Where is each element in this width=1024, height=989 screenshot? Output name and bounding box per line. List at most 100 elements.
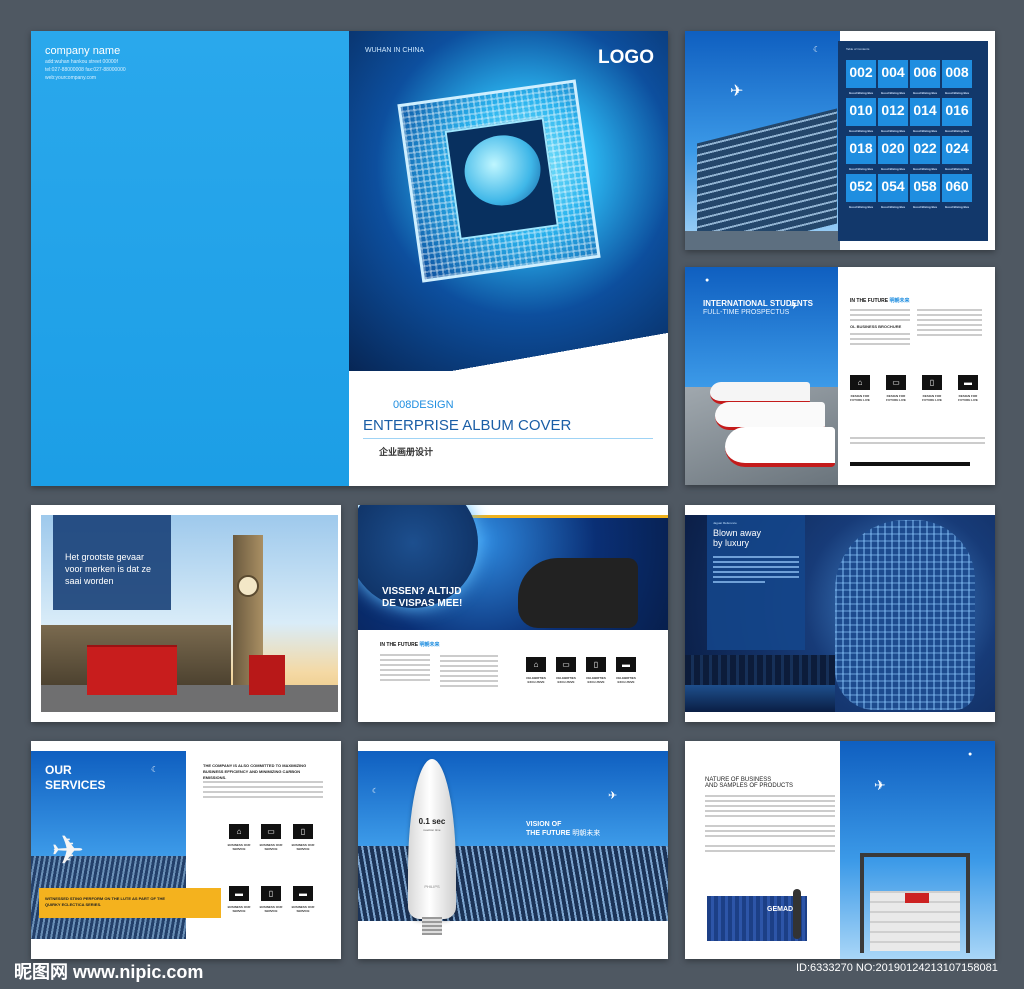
feature-icon: ▭: [556, 657, 576, 672]
toc-tile: 002 Good Bixing Bus: [846, 60, 876, 95]
train-top: [710, 382, 810, 404]
toc-tile-caption: Good Bixing Bus: [848, 91, 874, 95]
toc-tile: 052 Good Bixing Bus: [846, 174, 876, 209]
services-banner: WITNESSED STING PERFORM ON THE LUTE AS P…: [39, 888, 221, 918]
office-building: [697, 108, 837, 250]
jet-icon: ✈: [51, 829, 85, 873]
toc-tile: 020 Good Bixing Bus: [878, 136, 908, 171]
moon-icon: ●: [968, 751, 973, 758]
cover-title: ENTERPRISE ALBUM COVER: [363, 417, 572, 434]
toc-tile: 024 Good Bixing Bus: [942, 136, 972, 171]
speed-label: 0.1 sec: [418, 817, 446, 826]
feature-icon: ⌂: [850, 375, 870, 390]
toc-tile: 058 Good Bixing Bus: [910, 174, 940, 209]
toc-tile-number: 054: [881, 178, 905, 194]
toc-tile-caption: Good Bixing Bus: [880, 129, 906, 133]
toc-tile-number: 060: [945, 178, 969, 194]
company-address: add:wuhan hankou street 00000f: [45, 59, 118, 65]
container-spread: NATURE OF BUSINESS AND SAMPLES OF PRODUC…: [685, 741, 995, 959]
toc-tile: 004 Good Bixing Bus: [878, 60, 908, 95]
cover-city: WUHAN IN CHINA: [365, 47, 425, 54]
toc-tile: 012 Good Bixing Bus: [878, 98, 908, 133]
design-code: 008DESIGN: [393, 399, 454, 411]
toc-tile-number: 018: [849, 140, 873, 156]
feature-icon: ▭: [886, 375, 906, 390]
circuit-brain-image: [349, 31, 668, 391]
company-phone: tel:027-88000008 fax:027-88000000: [45, 67, 126, 73]
road: [41, 685, 338, 712]
toc-tile-number: 006: [913, 64, 937, 80]
speed-sublabel: reaction time: [423, 828, 441, 832]
crane-image: ● ✈: [840, 741, 995, 959]
toc-tile-caption: Good Bixing Bus: [912, 205, 938, 209]
moon-icon: ☾: [151, 765, 159, 774]
feature-icon: ▯: [586, 657, 606, 672]
feature-icon: ▬: [958, 375, 978, 390]
swimmer-icon-row: ⌂ CELEBRITIES EXCLUSIVE ▭ CELEBRITIES EXCLU…: [526, 657, 661, 707]
building-image: ✈ ☾: [685, 31, 840, 250]
services-intro: THE COMPANY IS ALSO COMMITTED TO MAXIMIZ…: [203, 763, 307, 780]
toc-tile-caption: Good Bixing Bus: [912, 167, 938, 171]
robot-head: [835, 520, 975, 710]
toc-tile-number: 024: [945, 140, 969, 156]
cover-divider: [363, 438, 653, 439]
future-heading: IN THE FUTURE 明朝未来: [850, 298, 910, 304]
airplane-icon: ✈: [730, 83, 744, 100]
feature-icon-caption: CELEBRITIES EXCLUSIVE: [616, 676, 636, 684]
toc-tile: 008 Good Bixing Bus: [942, 60, 972, 95]
toc-tile-caption: Good Bixing Bus: [944, 129, 970, 133]
airplane-icon: ✈: [874, 777, 886, 793]
person-figure: [793, 889, 801, 939]
company-name: company name: [45, 45, 121, 57]
bulb-spread: ☾ ✈ VISION OF THE FUTURE 明朝未来 0.1 sec re…: [358, 741, 668, 959]
toc-tile-number: 016: [945, 102, 969, 118]
toc-tile-number: 022: [913, 140, 937, 156]
moon-icon: ☾: [813, 45, 821, 54]
airplane-icon: ✈: [608, 790, 618, 802]
moon-icon: ●: [705, 277, 710, 284]
toc-tile-caption: Good Bixing Bus: [880, 167, 906, 171]
toc-tile-number: 008: [945, 64, 969, 80]
train-front: [725, 427, 835, 467]
toc-tile-caption: Good Bixing Bus: [912, 129, 938, 133]
feature-icon-caption: DESIGN FOR FUTURE LIVE: [850, 394, 870, 402]
toc-tile-number: 012: [881, 102, 905, 118]
toc-tile: 014 Good Bixing Bus: [910, 98, 940, 133]
feature-icon: ▯: [261, 886, 281, 901]
solar-sky-image: ☾ ✈ VISION OF THE FUTURE 明朝未来: [358, 751, 668, 921]
feature-icon: ▯: [293, 824, 313, 839]
feature-icon: ▬: [293, 886, 313, 901]
toc-panel: Table of Contents 002 Good Bixing Bus 004 G…: [838, 41, 988, 241]
quote-box: Het grootste gevaar voor merken is dat z…: [53, 515, 171, 610]
shipping-container: GEMADE: [707, 896, 807, 941]
train-bottom-bar: [850, 462, 970, 466]
services-heading: OUR SERVICES: [45, 763, 106, 792]
processor-chip-icon: [397, 79, 601, 283]
toc-tile-number: 052: [849, 178, 873, 194]
toc-tile: 060 Good Bixing Bus: [942, 174, 972, 209]
feature-icon-caption: BUSINESS OUR SERVICE: [291, 905, 315, 913]
toc-tile-caption: Good Bixing Bus: [848, 205, 874, 209]
feature-icon: ▬: [229, 886, 249, 901]
cover-spread: company name add:wuhan hankou street 000…: [31, 31, 668, 486]
feature-icon-caption: DESIGN FOR FUTURE LIVE: [922, 394, 942, 402]
toc-tile-caption: Good Bixing Bus: [880, 205, 906, 209]
toc-tile-caption: Good Bixing Bus: [912, 91, 938, 95]
services-banner-text: WITNESSED STING PERFORM ON THE LUTE AS P…: [45, 896, 166, 907]
toc-tile-caption: Good Bixing Bus: [848, 167, 874, 171]
ai-label: Jaguar Reference: [713, 521, 737, 525]
feature-icon-caption: BUSINESS OUR SERVICE: [259, 905, 283, 913]
train-spread: ● INTERNATIONAL STUDENTS FULL-TIME PROSP…: [685, 267, 995, 485]
toc-tile: 054 Good Bixing Bus: [878, 174, 908, 209]
toc-tile: 018 Good Bixing Bus: [846, 136, 876, 171]
toc-tile-caption: Good Bixing Bus: [944, 205, 970, 209]
feature-icon-caption: CELEBRITIES EXCLUSIVE: [586, 676, 606, 684]
train-image: ● INTERNATIONAL STUDENTS FULL-TIME PROSP…: [685, 267, 838, 485]
toc-tile-caption: Good Bixing Bus: [944, 167, 970, 171]
toc-tile-number: 010: [849, 102, 873, 118]
ai-text-panel: Jaguar Reference Blown away by luxury: [707, 515, 805, 650]
toc-tile-number: 002: [849, 64, 873, 80]
cover-logo: LOGO: [598, 47, 654, 68]
toc-tile: 016 Good Bixing Bus: [942, 98, 972, 133]
feature-icon-caption: BUSINESS OUR SERVICE: [291, 843, 315, 851]
